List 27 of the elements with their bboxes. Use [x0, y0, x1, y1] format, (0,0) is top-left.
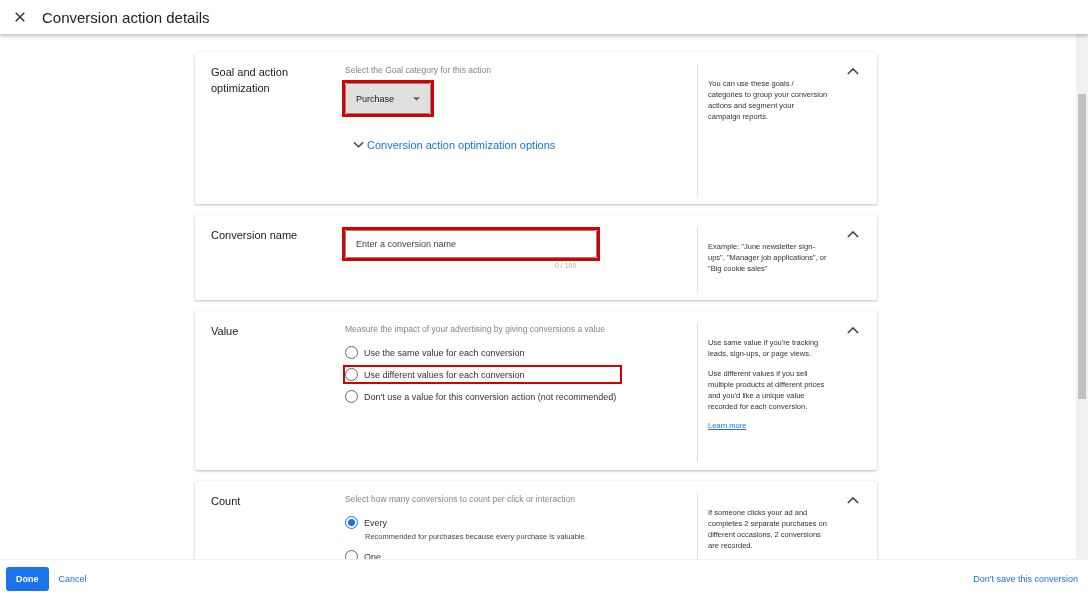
collapse-icon[interactable]	[847, 230, 859, 238]
chevron-down-icon	[353, 141, 364, 149]
close-icon[interactable]	[14, 11, 26, 23]
section-label: Value	[211, 324, 240, 339]
section-label: Goal and action optimization	[211, 65, 290, 96]
option-label: One	[364, 551, 381, 559]
section-label: Conversion name	[211, 228, 299, 243]
instruction-text: Select the Goal category for this action	[345, 65, 491, 75]
done-button[interactable]: Done	[6, 567, 49, 591]
dropdown-caret-icon	[413, 96, 420, 101]
cancel-button[interactable]: Cancel	[58, 574, 87, 584]
collapse-icon[interactable]	[847, 67, 859, 75]
collapse-icon[interactable]	[847, 326, 859, 334]
option-label: Every	[364, 517, 387, 528]
optimization-options-link[interactable]: Conversion action optimization options	[353, 139, 556, 151]
scrollbar[interactable]	[1076, 34, 1088, 559]
option-label: Use the same value for each conversion	[364, 347, 525, 358]
instruction-text: Measure the impact of your advertising by giving conversions a value	[345, 324, 605, 334]
section-label: Count	[211, 494, 242, 509]
instruction-text: Select how many conversions to count per click or interaction	[345, 494, 576, 504]
category-dropdown[interactable]: Purchase	[345, 83, 431, 114]
discard-button[interactable]: Don't save this conversion	[973, 574, 1078, 584]
option-label: Don't use a value for this conversion action (not recommended)	[364, 391, 617, 402]
conversion-name-field[interactable]: Enter a conversion name	[345, 230, 597, 258]
window-title: Conversion action details	[42, 8, 210, 26]
collapse-icon[interactable]	[847, 496, 859, 504]
option-label: Use different values for each conversion	[364, 369, 525, 380]
